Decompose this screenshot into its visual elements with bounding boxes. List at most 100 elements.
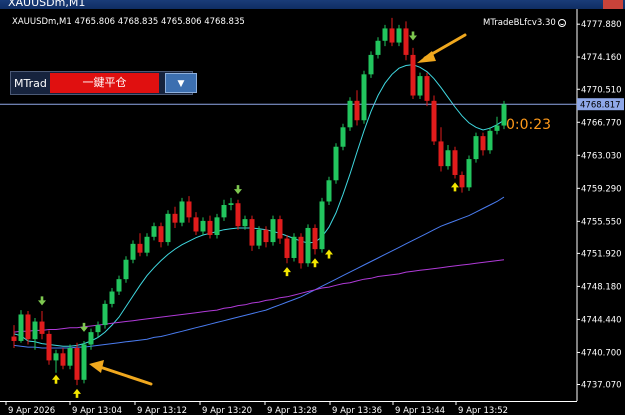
candle-body (494, 125, 500, 131)
candle-body (382, 28, 388, 41)
y-tick-label: 4774.160 (581, 53, 622, 63)
candle-body (375, 40, 381, 55)
candle-body (193, 217, 199, 232)
candle (452, 146, 458, 179)
candle-body (305, 227, 311, 264)
y-tick-label: 4755.550 (581, 217, 622, 227)
y-tick-label: 4740.700 (581, 348, 622, 358)
candle-body (200, 220, 206, 232)
candle (466, 155, 472, 191)
candle (74, 342, 80, 386)
candle-body (431, 100, 437, 142)
candle-body (130, 243, 136, 260)
candle-body (60, 353, 66, 366)
candle-body (25, 314, 31, 340)
candle-body (389, 28, 395, 43)
candle-body (284, 238, 290, 258)
smile-icon[interactable] (558, 19, 566, 27)
y-tick-label: 4744.440 (581, 315, 622, 325)
candle (123, 256, 129, 283)
candle (67, 344, 73, 370)
candle-body (74, 348, 80, 380)
candle-body (263, 229, 269, 243)
candle-body (326, 180, 332, 202)
candle-body (214, 217, 220, 236)
candle (291, 233, 297, 262)
x-tick-label: 9 Apr 13:44 (395, 406, 445, 415)
current-price-label: 4768.817 (580, 101, 621, 111)
candle (417, 72, 423, 100)
y-tick-label: 4737.070 (581, 380, 622, 390)
candle-body (249, 219, 255, 246)
candle-body (151, 226, 157, 237)
candle-body (333, 146, 339, 181)
candle-body (445, 150, 451, 167)
y-tick-label: 4770.510 (581, 85, 622, 95)
candle (305, 224, 311, 267)
x-tick-label: 9 Apr 13:28 (267, 406, 317, 415)
panel-label: MTrad (14, 77, 47, 90)
chart-background (0, 9, 625, 415)
candle-body (207, 220, 213, 236)
candle (368, 51, 374, 78)
y-tick-label: 4777.880 (581, 20, 622, 30)
candle (46, 330, 52, 365)
candle (81, 340, 87, 384)
candle-body (32, 321, 38, 340)
candle-body (291, 236, 297, 258)
candle (18, 310, 24, 343)
candle-body (424, 76, 430, 101)
y-tick-label: 4759.290 (581, 184, 622, 194)
candle (270, 215, 276, 246)
candle-body (165, 213, 171, 243)
y-tick-label: 4763.030 (581, 151, 622, 161)
x-tick-label: 9 Apr 13:20 (202, 406, 252, 415)
candle-body (403, 28, 409, 55)
candle (410, 47, 416, 100)
candle (102, 300, 108, 329)
candle-body (452, 150, 458, 175)
candle-body (186, 201, 192, 218)
chart-area[interactable]: 4777.880 4774.160 4770.510 4766.770 4763.030… (0, 9, 625, 415)
candle-body (221, 205, 227, 218)
candle (487, 127, 493, 154)
price-chart[interactable]: 4777.880 4774.160 4770.510 4766.770 4763.030… (0, 9, 625, 415)
candle (431, 95, 437, 145)
candle-body (95, 325, 101, 333)
y-tick-label: 4748.180 (581, 282, 622, 292)
window-close-button[interactable] (603, 0, 623, 9)
candle-body (137, 243, 143, 253)
candle-body (354, 100, 360, 121)
candle-body (144, 236, 150, 253)
candle-body (340, 127, 346, 147)
candle-body (396, 28, 402, 43)
candle-body (319, 201, 325, 250)
candle-body (179, 201, 185, 223)
expert-advisor-name: MTradeBLfcv3.30 (483, 18, 556, 28)
panel-dropdown-button[interactable]: ▼ (165, 73, 197, 93)
candle-body (459, 174, 465, 188)
candle-body (67, 348, 73, 366)
candle-body (277, 219, 283, 239)
candle (179, 197, 185, 227)
candle (165, 210, 171, 246)
x-tick-label: 9 Apr 13:36 (332, 406, 382, 415)
candle (235, 199, 241, 230)
x-tick-label: 9 Apr 13:04 (72, 406, 122, 415)
window-title: XAUUSDm,M1 (8, 0, 86, 9)
candle (340, 123, 346, 151)
candle-body (480, 136, 486, 151)
candle-body (172, 213, 178, 223)
candle-body (242, 219, 248, 227)
x-tick-label: 9 Apr 13:12 (137, 406, 187, 415)
candle-body (116, 279, 122, 292)
candle-body (123, 259, 129, 280)
candle-body (88, 332, 94, 345)
candle (249, 215, 255, 251)
trade-panel[interactable]: MTrad 一鍵平仓 ▼ (10, 71, 197, 95)
candle-body (270, 219, 276, 243)
candle-body (235, 203, 241, 227)
candle-body (228, 203, 234, 205)
close-all-button[interactable]: 一鍵平仓 (50, 73, 159, 93)
window-titlebar: XAUUSDm,M1 (0, 0, 625, 9)
